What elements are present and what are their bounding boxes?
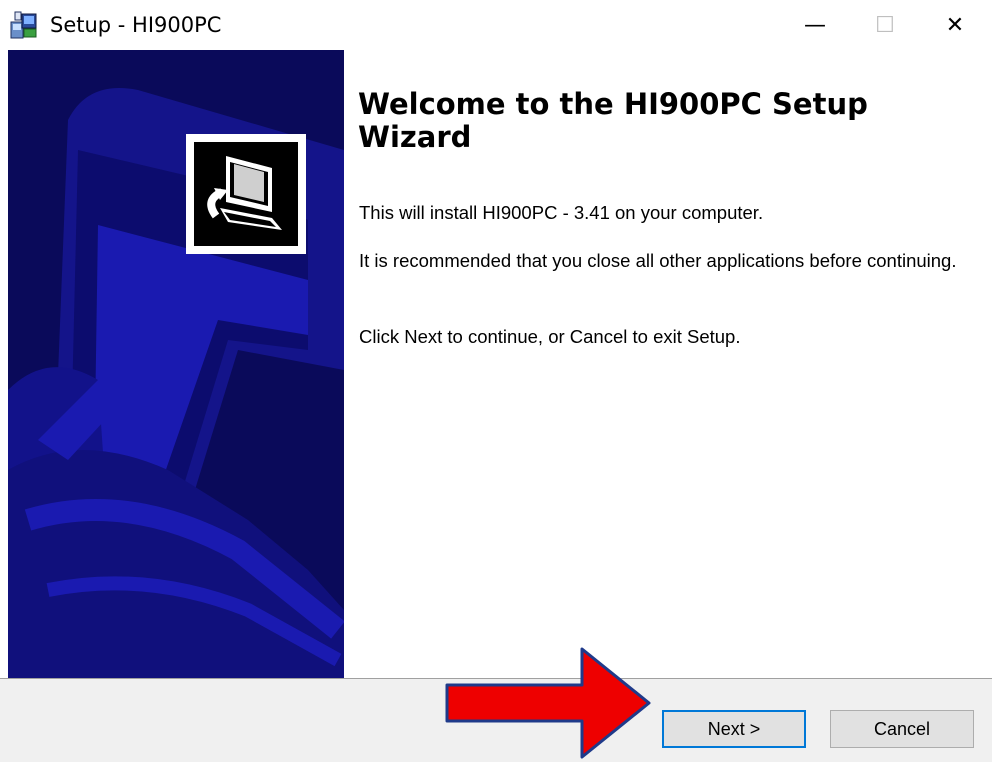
wizard-sidebar-image	[8, 50, 344, 678]
close-button[interactable]: ✕	[920, 0, 990, 50]
wizard-logo	[186, 134, 306, 254]
wizard-content: Welcome to the HI900PC Setup Wizard This…	[344, 50, 992, 678]
maximize-button[interactable]: ☐	[850, 0, 920, 50]
cancel-button[interactable]: Cancel	[830, 710, 974, 748]
close-apps-text: It is recommended that you close all oth…	[359, 250, 957, 271]
wizard-heading: Welcome to the HI900PC Setup Wizard	[358, 87, 868, 154]
minimize-button[interactable]: —	[780, 0, 850, 50]
title-bar: Setup - HI900PC — ☐ ✕	[0, 0, 992, 50]
window-title: Setup - HI900PC	[50, 13, 222, 37]
install-info-text: This will install HI900PC - 3.41 on your…	[359, 202, 764, 223]
instructions-text: Click Next to continue, or Cancel to exi…	[359, 326, 741, 347]
next-button[interactable]: Next >	[662, 710, 806, 748]
red-arrow-icon	[445, 647, 651, 759]
computer-install-icon	[194, 142, 298, 246]
setup-installer-icon	[10, 11, 37, 39]
